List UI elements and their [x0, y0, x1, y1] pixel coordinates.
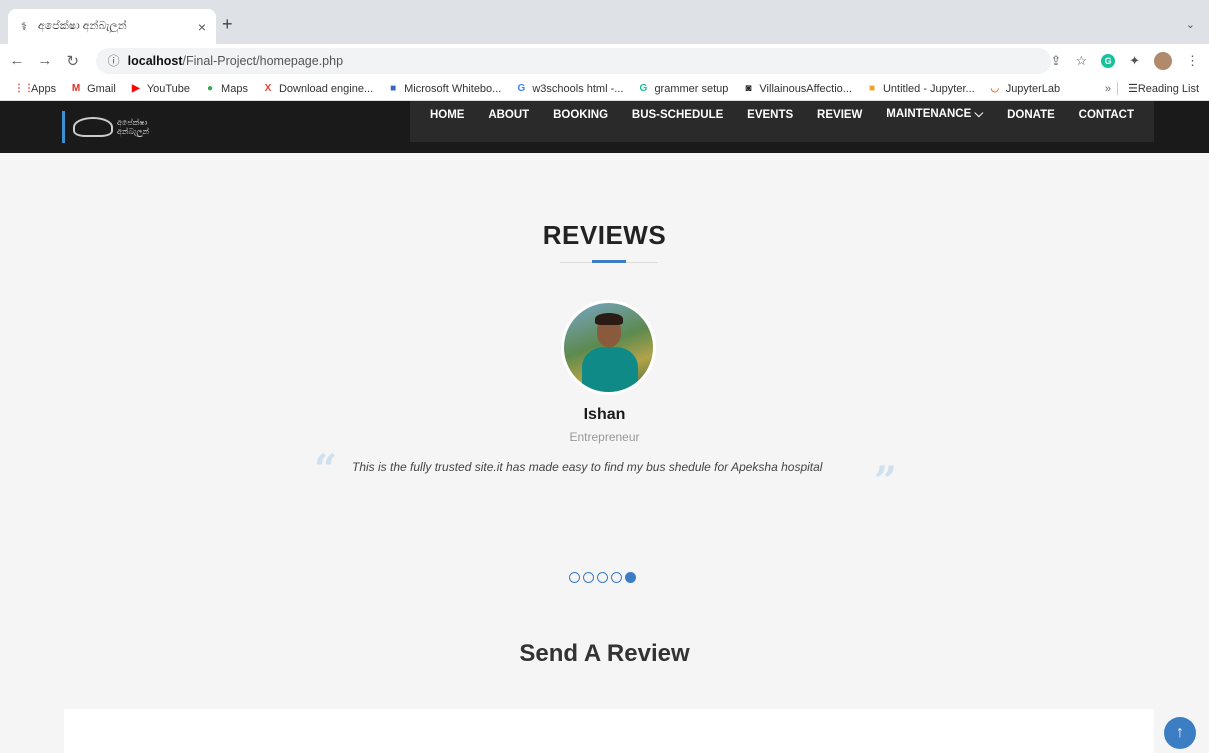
nav-item-about[interactable]: ABOUT — [488, 109, 529, 121]
bookmark-label: YouTube — [146, 82, 191, 95]
whiteboard-icon: ■ — [390, 82, 397, 94]
toolbar-right-icons: ⇪ ☆ G ✦ ⋮ — [1051, 51, 1199, 70]
bookmark-label: Download engine... — [278, 82, 374, 95]
url-host: localhost — [127, 53, 183, 68]
bookmark-item[interactable]: ◙ VillainousAffectio... — [742, 83, 852, 95]
title-accent-bar — [592, 260, 626, 263]
nav-item-home[interactable]: HOME — [430, 109, 465, 121]
site-logo[interactable]: අපේක්ෂා අන්බැලුන් — [62, 111, 172, 143]
more-bookmarks-button[interactable]: » — [1105, 83, 1111, 95]
site-header: අපේක්ෂා අන්බැලුන් HOME ABOUT BOOKING BUS-SC… — [0, 101, 1209, 153]
reviewer-role: Entrepreneur — [569, 430, 640, 444]
quote-open-icon: “ — [314, 446, 338, 493]
bookmark-label: w3schools html -... — [532, 82, 624, 95]
bookmark-label: grammer setup — [654, 82, 729, 95]
close-tab-icon[interactable]: × — [198, 19, 206, 35]
reading-list-button[interactable]: ☰ Reading List — [1116, 82, 1199, 95]
bookmark-item[interactable]: X Download engine... — [262, 82, 374, 95]
nav-item-contact[interactable]: CONTACT — [1079, 109, 1134, 121]
site-info-icon[interactable]: ⓘ — [108, 52, 120, 69]
download-engine-icon: X — [264, 82, 272, 94]
grammarly-extension-icon[interactable]: G — [1101, 53, 1116, 68]
bookmark-star-icon[interactable]: ☆ — [1075, 53, 1087, 69]
bookmark-item[interactable]: M Gmail — [70, 83, 116, 95]
menu-kebab-icon[interactable]: ⋮ — [1186, 53, 1199, 69]
bookmark-label: JupyterLab — [1005, 82, 1061, 95]
main-nav: HOME ABOUT BOOKING BUS-SCHEDULE EVENTS REVIEW… — [410, 101, 1154, 142]
url-path: /Final-Project/homepage.php — [182, 53, 344, 68]
maps-icon: ● — [207, 82, 214, 94]
bookmark-item[interactable]: ● Maps — [204, 83, 248, 95]
nav-item-review[interactable]: REVIEW — [817, 109, 862, 121]
review-text: This is the fully trusted site.it has ma… — [352, 460, 823, 474]
logo-text: අපේක්ෂා අන්බැලුන් — [117, 118, 149, 136]
carousel-pagination — [569, 572, 636, 583]
reviewer-avatar — [561, 300, 656, 395]
gmail-icon: M — [71, 82, 81, 94]
grammarly-icon: G — [639, 82, 648, 94]
carousel-dot[interactable] — [569, 572, 580, 583]
profile-avatar[interactable] — [1154, 51, 1172, 70]
google-icon: G — [517, 82, 526, 94]
nav-item-booking[interactable]: BOOKING — [553, 109, 608, 121]
nav-item-bus-schedule[interactable]: BUS-SCHEDULE — [632, 109, 723, 121]
carousel-dot[interactable] — [625, 572, 636, 583]
carousel-dot[interactable] — [583, 572, 594, 583]
bookmark-item[interactable]: ▶ YouTube — [130, 83, 190, 95]
send-review-title: Send A Review — [519, 640, 690, 667]
reload-button[interactable]: ↻ — [62, 52, 84, 70]
bookmark-item[interactable]: Gw3schools html -... — [515, 83, 623, 95]
bookmarks-bar: ⋮⋮ Apps M Gmail ▶ YouTube ● Maps X Download engin… — [0, 77, 1209, 101]
tab-search-chevron-icon[interactable]: ⌄ — [1186, 18, 1195, 31]
scroll-to-top-button[interactable]: ↑ — [1164, 717, 1196, 749]
carousel-dot[interactable] — [597, 572, 608, 583]
bookmark-label: Gmail — [87, 82, 116, 95]
browser-tab[interactable]: ⚕ අපේක්ෂා අන්බැලුන් × — [8, 9, 216, 44]
jupyter-notebook-icon: ■ — [868, 82, 875, 94]
forward-button[interactable]: → — [34, 52, 56, 69]
browser-tab-bar: ⚕ අපේක්ෂා අන්බැලුන් × + ⌄ — [0, 0, 1209, 44]
address-bar[interactable]: ⓘ localhost/Final-Project/homepage.php — [95, 47, 1051, 74]
nav-item-maintenance[interactable]: MAINTENANCE ⌵ — [886, 108, 983, 121]
avatar-shirt — [582, 347, 638, 392]
reading-list-label: Reading List — [1137, 82, 1199, 95]
bookmark-item[interactable]: Ggrammer setup — [637, 82, 729, 95]
quote-close-icon: ” — [874, 458, 898, 505]
reviewer-name: Ishan — [583, 406, 626, 423]
browser-toolbar: ← → ↻ ⓘ localhost/Final-Project/homepage… — [0, 44, 1209, 77]
extensions-puzzle-icon[interactable]: ✦ — [1129, 53, 1140, 69]
bookmark-label: Untitled - Jupyter... — [882, 82, 975, 95]
review-form-card — [64, 709, 1154, 753]
villainous-icon: ◙ — [745, 82, 752, 94]
share-icon[interactable]: ⇪ — [1051, 53, 1062, 69]
bookmark-label: VillainousAffectio... — [759, 82, 852, 95]
bookmark-item[interactable]: ◡ JupyterLab — [989, 83, 1060, 95]
bookmark-item[interactable]: ■ Untitled - Jupyter... — [866, 83, 975, 95]
nav-item-events[interactable]: EVENTS — [747, 109, 793, 121]
jupyterlab-icon: ◡ — [990, 82, 1000, 94]
new-tab-button[interactable]: + — [222, 14, 233, 35]
bookmark-item[interactable]: ⋮⋮ Apps — [14, 83, 56, 95]
bus-logo-icon — [73, 117, 113, 137]
reading-list-icon: ☰ — [1127, 83, 1138, 95]
bookmark-item[interactable]: ■ Microsoft Whitebo... — [387, 83, 501, 95]
avatar-hair — [595, 313, 623, 325]
bookmark-label: Maps — [221, 82, 248, 95]
tab-title: අපේක්ෂා අන්බැලුන් — [38, 20, 127, 32]
reviews-title: REVIEWS — [542, 220, 667, 250]
back-button[interactable]: ← — [6, 52, 28, 69]
bookmark-label: Apps — [31, 82, 57, 95]
carousel-dot[interactable] — [611, 572, 622, 583]
nav-item-donate[interactable]: DONATE — [1007, 109, 1055, 121]
bookmark-label: Microsoft Whitebo... — [404, 82, 502, 95]
site-favicon-icon: ⚕ — [21, 20, 27, 33]
apps-icon: ⋮⋮ — [14, 82, 34, 94]
youtube-icon: ▶ — [131, 82, 140, 94]
